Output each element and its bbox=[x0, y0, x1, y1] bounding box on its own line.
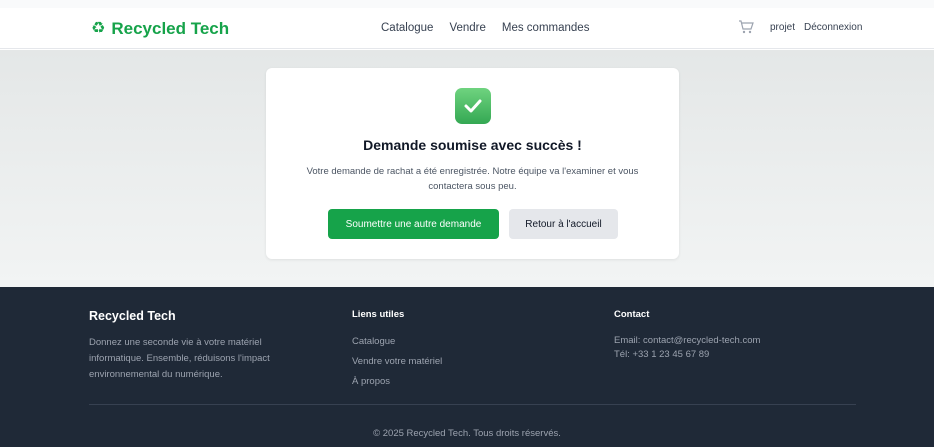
user-area: projet Déconnexion bbox=[738, 20, 862, 34]
check-icon bbox=[455, 88, 491, 124]
brand-name: Recycled Tech bbox=[111, 19, 230, 38]
username[interactable]: projet bbox=[770, 22, 795, 33]
footer-description: Donnez une seconde vie à votre matériel … bbox=[89, 337, 270, 380]
footer-links: Catalogue Vendre votre matériel À propos bbox=[352, 333, 442, 390]
footer-link-about[interactable]: À propos bbox=[352, 373, 442, 390]
footer-link-sell[interactable]: Vendre votre matériel bbox=[352, 353, 442, 370]
success-title: Demande soumise avec succès ! bbox=[363, 137, 582, 153]
site-footer: Recycled Tech Donnez une seconde vie à v… bbox=[0, 287, 934, 447]
footer-contact: Email: contact@recycled-tech.com Tél: +3… bbox=[614, 334, 760, 362]
success-card: Demande soumise avec succès ! Votre dema… bbox=[266, 68, 679, 259]
copyright: © 2025 Recycled Tech. Tous droits réserv… bbox=[373, 428, 561, 439]
footer-divider bbox=[89, 404, 856, 405]
recycle-icon: ♻ bbox=[91, 20, 106, 37]
contact-phone: Tél: +33 1 23 45 67 89 bbox=[614, 349, 710, 360]
submit-another-button[interactable]: Soumettre une autre demande bbox=[328, 209, 499, 239]
main-content: Demande soumise avec succès ! Votre dema… bbox=[0, 50, 934, 287]
site-header: ♻ Recycled Tech Catalogue Vendre Mes com… bbox=[0, 8, 934, 49]
footer-contact-title: Contact bbox=[614, 309, 650, 320]
footer-links-title: Liens utiles bbox=[352, 309, 405, 320]
footer-link-catalogue[interactable]: Catalogue bbox=[352, 333, 442, 350]
logout-link[interactable]: Déconnexion bbox=[804, 22, 862, 33]
success-message-line2: contactera sous peu. bbox=[428, 181, 517, 192]
nav-catalogue[interactable]: Catalogue bbox=[381, 22, 433, 34]
brand-logo[interactable]: ♻ Recycled Tech bbox=[91, 19, 229, 39]
top-strip bbox=[0, 0, 934, 8]
contact-email[interactable]: Email: contact@recycled-tech.com bbox=[614, 334, 760, 348]
nav-mes-commandes[interactable]: Mes commandes bbox=[502, 22, 590, 34]
success-message-line1: Votre demande de rachat a été enregistré… bbox=[306, 166, 639, 177]
nav-vendre[interactable]: Vendre bbox=[449, 22, 485, 34]
main-nav: Catalogue Vendre Mes commandes bbox=[381, 22, 589, 34]
back-home-button[interactable]: Retour à l'accueil bbox=[509, 209, 618, 239]
success-message: Votre demande de rachat a été enregistré… bbox=[286, 164, 659, 194]
cart-icon[interactable] bbox=[738, 20, 754, 34]
footer-brand: Recycled Tech bbox=[89, 309, 176, 323]
